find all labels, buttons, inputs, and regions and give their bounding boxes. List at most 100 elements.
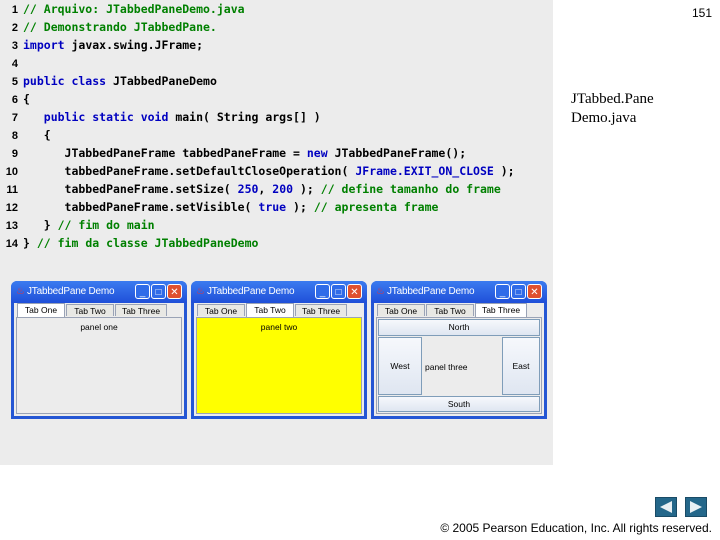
code-token: true bbox=[258, 200, 287, 214]
line-number: 3 bbox=[11, 40, 18, 52]
tab-one[interactable]: Tab One bbox=[17, 303, 65, 317]
code-token: } bbox=[23, 236, 37, 250]
code-token: 200 bbox=[272, 182, 294, 196]
code-token: tabbedPaneFrame.setVisible( bbox=[23, 200, 259, 214]
line-number: 11 bbox=[6, 184, 18, 196]
code-token: { bbox=[23, 92, 30, 106]
code-token: , bbox=[258, 182, 273, 196]
code-line: 10 tabbedPaneFrame.setDefaultCloseOperat… bbox=[0, 162, 515, 180]
tab-two[interactable]: Tab Two bbox=[66, 304, 114, 316]
close-button[interactable]: ✕ bbox=[527, 284, 542, 299]
line-number: 10 bbox=[5, 166, 18, 178]
code-token: // define tamanho do frame bbox=[320, 182, 501, 196]
code-line: 9 JTabbedPaneFrame tabbedPaneFrame = new… bbox=[0, 144, 466, 162]
code-token: public static void bbox=[23, 110, 169, 124]
side-title-line1: JTabbed.Pane bbox=[571, 91, 654, 107]
line-number: 7 bbox=[11, 112, 18, 124]
code-line: 3 import javax.swing.JFrame; bbox=[0, 36, 203, 54]
window-tab-one: ♨ JTabbedPane Demo _ □ ✕ Tab One Tab Two… bbox=[11, 281, 187, 419]
maximize-button[interactable]: □ bbox=[151, 284, 166, 299]
close-button[interactable]: ✕ bbox=[347, 284, 362, 299]
code-line: 7 public static void main( String args[]… bbox=[0, 108, 321, 126]
code-token: // fim do main bbox=[57, 218, 155, 232]
line-number: 5 bbox=[11, 76, 18, 88]
line-number: 6 bbox=[11, 94, 18, 106]
tab-two[interactable]: Tab Two bbox=[426, 304, 474, 316]
tab-content: panel one bbox=[16, 317, 182, 414]
code-line: 12 tabbedPaneFrame.setVisible( true ); /… bbox=[0, 198, 439, 216]
code-line: 4 bbox=[0, 54, 23, 72]
side-title: JTabbed.Pane Demo.java bbox=[571, 90, 711, 128]
code-token: // Demonstrando JTabbedPane. bbox=[23, 20, 217, 34]
tab-content: panel two bbox=[196, 317, 362, 414]
page-number: 151 bbox=[691, 6, 712, 20]
code-token: JTabbedPaneFrame tabbedPaneFrame = bbox=[23, 146, 307, 160]
code-token: tabbedPaneFrame.setDefaultCloseOperation… bbox=[23, 164, 356, 178]
panel-label: panel two bbox=[260, 322, 298, 332]
code-line: 11 tabbedPaneFrame.setSize( 250, 200 ); … bbox=[0, 180, 501, 198]
code-token: JTabbedPaneDemo bbox=[106, 74, 217, 88]
close-button[interactable]: ✕ bbox=[167, 284, 182, 299]
copyright: © 2005 Pearson Education, Inc. All right… bbox=[440, 521, 712, 535]
tab-three[interactable]: Tab Three bbox=[475, 303, 527, 317]
line-number: 9 bbox=[11, 148, 18, 160]
code-token: new bbox=[306, 146, 328, 160]
tab-three[interactable]: Tab Three bbox=[295, 304, 347, 316]
code-line: 5 public class JTabbedPaneDemo bbox=[0, 72, 217, 90]
maximize-button[interactable]: □ bbox=[511, 284, 526, 299]
window-title: JTabbedPane Demo bbox=[387, 286, 475, 297]
tab-strip: Tab One Tab Two Tab Three bbox=[16, 303, 182, 317]
east-button[interactable]: East bbox=[502, 337, 540, 395]
tab-strip: Tab One Tab Two Tab Three bbox=[196, 303, 362, 317]
code-token: import bbox=[23, 38, 65, 52]
line-number: 14 bbox=[5, 238, 18, 250]
code-line: 1 // Arquivo: JTabbedPaneDemo.java bbox=[0, 0, 245, 18]
line-number: 1 bbox=[11, 4, 18, 16]
code-token: ); bbox=[286, 200, 314, 214]
previous-slide-button[interactable] bbox=[655, 497, 677, 517]
code-token: public class bbox=[23, 74, 107, 88]
code-line: 8 { bbox=[0, 126, 51, 144]
tab-one[interactable]: Tab One bbox=[377, 304, 425, 316]
next-slide-button[interactable] bbox=[685, 497, 707, 517]
tab-two[interactable]: Tab Two bbox=[246, 303, 294, 317]
minimize-button[interactable]: _ bbox=[135, 284, 150, 299]
north-button[interactable]: North bbox=[378, 319, 540, 336]
window-body: Tab One Tab Two Tab Three panel two bbox=[194, 303, 364, 416]
code-token: ); bbox=[293, 182, 321, 196]
maximize-button[interactable]: □ bbox=[331, 284, 346, 299]
code-line: 2 // Demonstrando JTabbedPane. bbox=[0, 18, 217, 36]
code-line: 13 } // fim do main bbox=[0, 216, 155, 234]
window-body: Tab One Tab Two Tab Three North West pan… bbox=[374, 303, 544, 416]
java-icon: ♨ bbox=[16, 286, 25, 297]
code-token: JTabbedPaneFrame(); bbox=[327, 146, 467, 160]
code-token: main( String args[] ) bbox=[168, 110, 321, 124]
tab-three[interactable]: Tab Three bbox=[115, 304, 167, 316]
code-line: 14} // fim da classe JTabbedPaneDemo bbox=[0, 234, 259, 252]
window-titlebar: ♨ JTabbedPane Demo _ □ ✕ bbox=[371, 281, 547, 303]
tab-one[interactable]: Tab One bbox=[197, 304, 245, 316]
window-titlebar: ♨ JTabbedPane Demo _ □ ✕ bbox=[191, 281, 367, 303]
code-token: javax.swing.JFrame; bbox=[64, 38, 204, 52]
line-number: 13 bbox=[5, 220, 18, 232]
window-body: Tab One Tab Two Tab Three panel one bbox=[14, 303, 184, 416]
code-token: } bbox=[23, 218, 58, 232]
code-token: ); bbox=[493, 164, 515, 178]
west-button[interactable]: West bbox=[378, 337, 422, 395]
minimize-button[interactable]: _ bbox=[315, 284, 330, 299]
side-title-line2: Demo.java bbox=[571, 110, 637, 126]
line-number: 8 bbox=[11, 130, 18, 142]
line-number: 2 bbox=[11, 22, 18, 34]
window-title: JTabbedPane Demo bbox=[27, 286, 115, 297]
window-titlebar: ♨ JTabbedPane Demo _ □ ✕ bbox=[11, 281, 187, 303]
code-line: 6{ bbox=[0, 90, 30, 108]
code-token: // apresenta frame bbox=[313, 200, 439, 214]
line-number: 4 bbox=[11, 58, 18, 70]
code-token: // fim da classe JTabbedPaneDemo bbox=[36, 236, 259, 250]
tab-content: North West panel three East South bbox=[376, 317, 542, 414]
code-token: // Arquivo: JTabbedPaneDemo.java bbox=[23, 2, 245, 16]
code-token: tabbedPaneFrame.setSize( bbox=[23, 182, 238, 196]
tab-strip: Tab One Tab Two Tab Three bbox=[376, 303, 542, 317]
minimize-button[interactable]: _ bbox=[495, 284, 510, 299]
south-button[interactable]: South bbox=[378, 396, 540, 412]
